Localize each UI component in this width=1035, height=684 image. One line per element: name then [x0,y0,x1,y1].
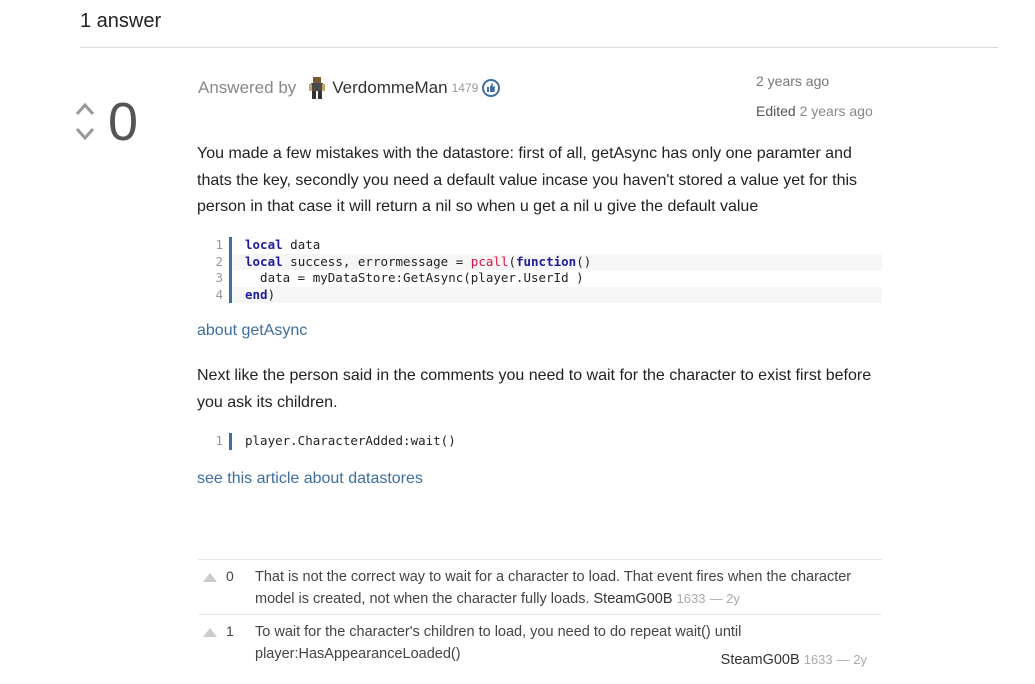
comment-author-link[interactable]: SteamG00B [721,652,800,668]
comment-item: 1 To wait for the character's children t… [198,614,882,669]
code-line: 1 local data [205,237,882,254]
author-reputation: 1479 [451,81,479,95]
code-block-1: 1 local data 2 local success, errormessa… [205,237,882,303]
comment-age: — 2y [709,591,740,606]
datastores-article-link[interactable]: see this article about datastores [197,470,423,488]
thumbs-up-badge-icon [482,79,501,97]
comment-author-rep: 1633 [803,652,833,667]
comment-text: To wait for the character's children to … [255,624,742,662]
comment-age: — 2y [836,652,867,667]
edited-time: Edited 2 years ago [756,103,873,119]
code-block-2: 1 player.CharacterAdded:wait() [205,433,882,450]
line-number: 4 [205,286,232,303]
edited-time-value: 2 years ago [799,103,873,119]
comment-score: 0 [226,568,234,584]
comment-body: To wait for the character's children to … [255,621,875,668]
comment-score: 1 [226,623,234,639]
code-text: player.CharacterAdded:wait() [245,433,456,448]
author-name-link[interactable]: VerdommeMan [332,78,447,98]
line-number: 2 [205,253,232,270]
avatar[interactable] [308,76,326,100]
edited-label: Edited [756,103,796,119]
code-text: local success, errormessage = pcall(func… [232,253,882,270]
code-text: data = myDataStore:GetAsync(player.UserI… [245,270,584,285]
comment-upvote-icon[interactable] [203,627,217,637]
answer-score: 0 [108,92,139,152]
comment-body: That is not the correct way to wait for … [255,566,875,610]
upvote-icon[interactable] [74,100,96,120]
comment-author-rep: 1633 [676,591,706,606]
posted-time: 2 years ago [756,73,830,89]
code-text: local data [245,237,321,252]
downvote-icon[interactable] [74,124,96,144]
code-line: 1 player.CharacterAdded:wait() [205,433,882,450]
comment-item: 0 That is not the correct way to wait fo… [198,559,882,614]
comment-text: That is not the correct way to wait for … [255,569,852,607]
comment-author-line: SteamG00B 1633 — 2y [721,649,867,671]
answer-paragraph-1: You made a few mistakes with the datasto… [197,145,858,215]
comment-upvote-icon[interactable] [203,572,217,582]
line-number: 1 [205,433,232,450]
answers-count-heading: 1 answer [80,10,162,32]
vote-widget: 0 [72,92,152,156]
answer-paragraph-2: Next like the person said in the comment… [197,367,872,411]
about-getasync-link[interactable]: about getAsync [197,322,307,340]
line-number: 1 [205,237,232,254]
answered-by-label: Answered by [198,78,297,97]
answer-meta: Answered by VerdommeMan 1479 [198,76,501,100]
code-line: 3 data = myDataStore:GetAsync(player.Use… [205,270,882,287]
code-line: 2 local success, errormessage = pcall(fu… [205,253,882,270]
code-text: end) [232,286,882,303]
header-divider [80,47,998,48]
code-line: 4 end) [205,286,882,303]
comment-author-link[interactable]: SteamG00B [594,591,673,607]
line-number: 3 [205,270,232,287]
